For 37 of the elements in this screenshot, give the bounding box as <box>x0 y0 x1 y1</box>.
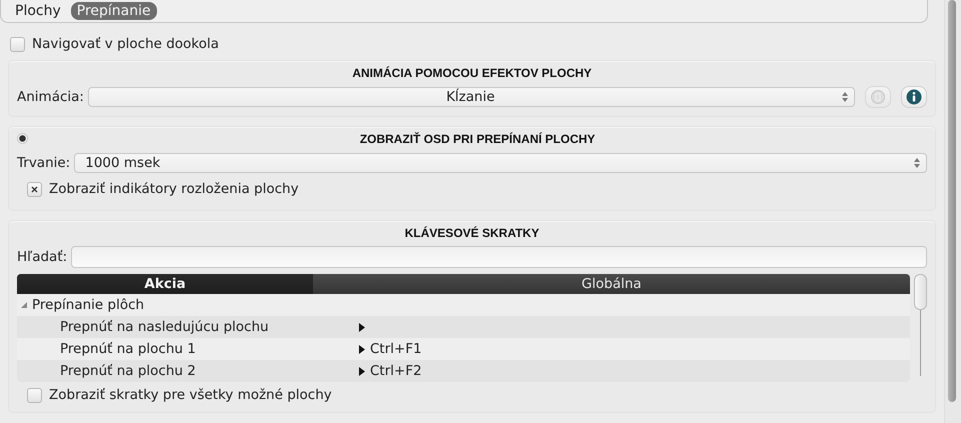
group-title: ZOBRAZIŤ OSD PRI PREPÍNANÍ PLOCHY <box>358 131 596 148</box>
info-button[interactable] <box>901 86 927 108</box>
tab[interactable]: Prepínanie <box>70 2 157 20</box>
shortcut-text: Ctrl+F2 <box>370 363 422 379</box>
checkbox-label: Zobraziť skratky pre všetky možné plochy <box>49 387 332 403</box>
tree-item[interactable]: Prepnúť na plochu 1 <box>60 341 196 357</box>
checkbox[interactable] <box>27 182 42 196</box>
spin-box[interactable]: 1000 msek <box>74 153 927 173</box>
checkbox-label: Zobraziť indikátory rozloženia plochy <box>49 181 299 197</box>
checkbox[interactable] <box>10 36 25 52</box>
info-icon <box>906 89 922 105</box>
field-label: Hľadať: <box>17 249 68 265</box>
column-header[interactable]: Globálna <box>313 274 910 294</box>
checkbox[interactable] <box>27 388 42 402</box>
column-header[interactable]: Akcia <box>17 274 313 294</box>
tree-item[interactable]: Prepnúť na nasledujúcu plochu <box>60 319 269 335</box>
field-label: Animácia: <box>17 89 84 105</box>
tab[interactable]: Plochy <box>9 2 67 20</box>
cross-icon <box>31 186 38 192</box>
tree-item[interactable]: Prepínanie plôch <box>32 297 144 313</box>
spin-arrows-icon <box>842 92 848 102</box>
group-title: KLÁVESOVÉ SKRATKY <box>404 225 540 242</box>
play-icon <box>359 344 365 354</box>
scrollbar[interactable] <box>944 0 961 423</box>
configure-icon <box>871 90 885 104</box>
play-icon <box>359 366 365 376</box>
expand-icon[interactable] <box>21 302 27 308</box>
spin-arrows-icon <box>914 158 920 168</box>
group-toggle[interactable] <box>17 133 28 144</box>
search-field[interactable] <box>71 246 927 268</box>
shortcut-text: Ctrl+F1 <box>370 341 422 357</box>
group-title: ANIMÁCIA POMOCOU EFEKTOV PLOCHY <box>351 65 593 82</box>
play-icon <box>359 322 365 332</box>
tree-item[interactable]: Prepnúť na plochu 2 <box>60 363 196 379</box>
checkbox-label: Navigovať v ploche dookola <box>32 36 219 52</box>
field-label: Trvanie: <box>17 155 70 171</box>
dropdown[interactable]: Kĺzanie <box>88 87 855 107</box>
